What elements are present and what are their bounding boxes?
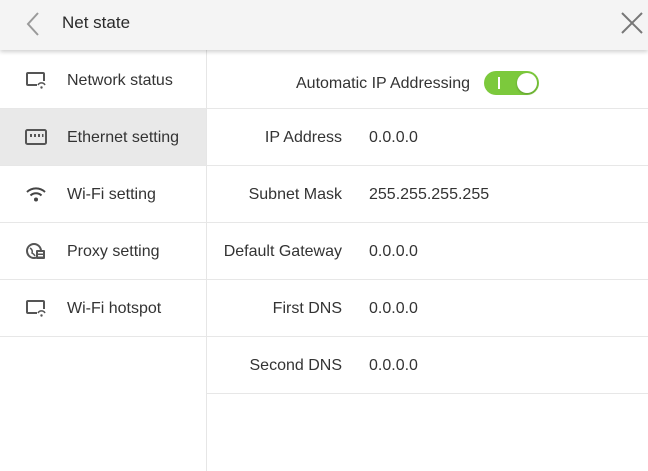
default-gateway-row: Default Gateway 0.0.0.0	[207, 223, 648, 280]
sidebar: Network status Ethernet setting Wi-Fi se…	[0, 50, 207, 471]
back-button[interactable]	[22, 10, 46, 38]
sidebar-item-label: Network status	[67, 72, 173, 89]
auto-ip-label: Automatic IP Addressing	[296, 75, 471, 92]
sidebar-item-ethernet-setting[interactable]: Ethernet setting	[0, 109, 206, 166]
second-dns-value: 0.0.0.0	[369, 357, 418, 374]
ip-address-value: 0.0.0.0	[369, 129, 418, 146]
toggle-on-mark	[498, 77, 500, 89]
ip-address-label: IP Address	[264, 129, 342, 146]
ethernet-settings-panel: Automatic IP Addressing IP Address 0.0.0…	[207, 50, 648, 471]
first-dns-row: First DNS 0.0.0.0	[207, 280, 648, 337]
auto-ip-row: Automatic IP Addressing	[207, 52, 648, 109]
sidebar-item-label: Wi-Fi hotspot	[67, 300, 162, 317]
first-dns-label: First DNS	[272, 300, 342, 317]
sidebar-item-label: Ethernet setting	[67, 129, 180, 146]
monitor-wifi-icon	[26, 72, 46, 89]
subnet-mask-label: Subnet Mask	[248, 186, 342, 203]
close-button[interactable]	[618, 9, 646, 37]
ip-address-row: IP Address 0.0.0.0	[207, 109, 648, 166]
default-gateway-label: Default Gateway	[223, 243, 342, 260]
toggle-knob	[517, 73, 537, 93]
ethernet-port-icon	[25, 129, 47, 145]
chevron-left-icon	[26, 12, 39, 36]
sidebar-item-proxy-setting[interactable]: Proxy setting	[0, 223, 206, 280]
subnet-mask-value: 255.255.255.255	[369, 186, 490, 203]
proxy-globe-icon	[26, 243, 45, 259]
second-dns-row: Second DNS 0.0.0.0	[207, 337, 648, 394]
sidebar-item-label: Wi-Fi setting	[67, 186, 156, 203]
sidebar-item-wifi-hotspot[interactable]: Wi-Fi hotspot	[0, 280, 206, 337]
second-dns-label: Second DNS	[249, 357, 343, 374]
page-title: Net state	[62, 13, 131, 32]
default-gateway-value: 0.0.0.0	[369, 243, 418, 260]
subnet-mask-row: Subnet Mask 255.255.255.255	[207, 166, 648, 223]
auto-ip-toggle[interactable]	[484, 71, 539, 95]
wifi-icon	[26, 187, 46, 202]
monitor-wifi-icon	[26, 300, 46, 317]
sidebar-item-network-status[interactable]: Network status	[0, 52, 206, 109]
first-dns-value: 0.0.0.0	[369, 300, 418, 317]
sidebar-item-wifi-setting[interactable]: Wi-Fi setting	[0, 166, 206, 223]
title-bar: Net state	[0, 0, 648, 50]
close-icon	[621, 12, 643, 34]
sidebar-item-label: Proxy setting	[67, 243, 160, 260]
